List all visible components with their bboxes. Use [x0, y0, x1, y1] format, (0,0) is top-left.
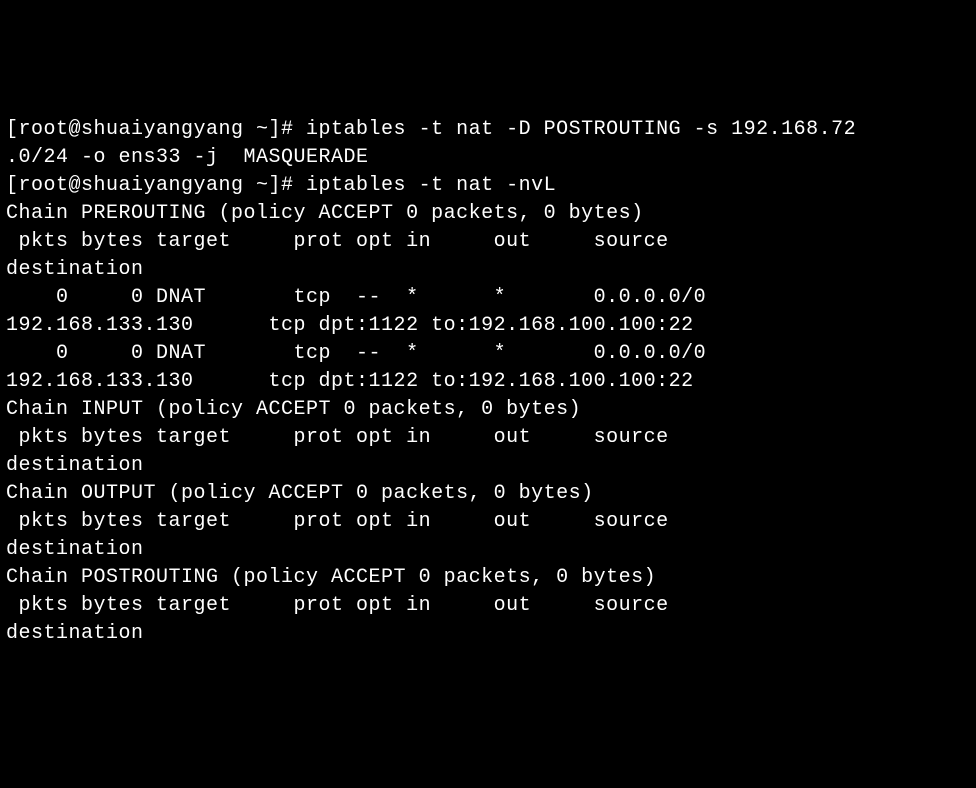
terminal-line-2: [root@shuaiyangyang ~]# iptables -t nat …	[6, 172, 970, 200]
terminal-line-20: pkts bytes target prot opt in out source	[6, 592, 970, 620]
terminal-line-1: .0/24 -o ens33 -j MASQUERADE	[6, 144, 970, 172]
terminal-line-16: pkts bytes target prot opt in out source	[6, 508, 970, 536]
terminal-line-4: pkts bytes target prot opt in out source	[6, 228, 970, 256]
terminal-line-0: [root@shuaiyangyang ~]# iptables -t nat …	[6, 116, 970, 144]
terminal-output[interactable]: [root@shuaiyangyang ~]# iptables -t nat …	[6, 116, 970, 648]
terminal-line-6: 0 0 DNAT tcp -- * * 0.0.0.0/0	[6, 284, 970, 312]
terminal-line-21: destination	[6, 620, 970, 648]
terminal-line-3: Chain PREROUTING (policy ACCEPT 0 packet…	[6, 200, 970, 228]
terminal-line-12: pkts bytes target prot opt in out source	[6, 424, 970, 452]
terminal-line-11: Chain INPUT (policy ACCEPT 0 packets, 0 …	[6, 396, 970, 424]
shell-prompt: [root@shuaiyangyang ~]#	[6, 118, 306, 141]
terminal-line-13: destination	[6, 452, 970, 480]
terminal-line-19: Chain POSTROUTING (policy ACCEPT 0 packe…	[6, 564, 970, 592]
terminal-line-8: 0 0 DNAT tcp -- * * 0.0.0.0/0	[6, 340, 970, 368]
command-text: iptables -t nat -nvL	[306, 174, 556, 197]
terminal-line-9: 192.168.133.130 tcp dpt:1122 to:192.168.…	[6, 368, 970, 396]
command-text: iptables -t nat -D POSTROUTING -s 192.16…	[306, 118, 856, 141]
shell-prompt: [root@shuaiyangyang ~]#	[6, 174, 306, 197]
terminal-line-5: destination	[6, 256, 970, 284]
terminal-line-15: Chain OUTPUT (policy ACCEPT 0 packets, 0…	[6, 480, 970, 508]
terminal-line-17: destination	[6, 536, 970, 564]
terminal-line-7: 192.168.133.130 tcp dpt:1122 to:192.168.…	[6, 312, 970, 340]
